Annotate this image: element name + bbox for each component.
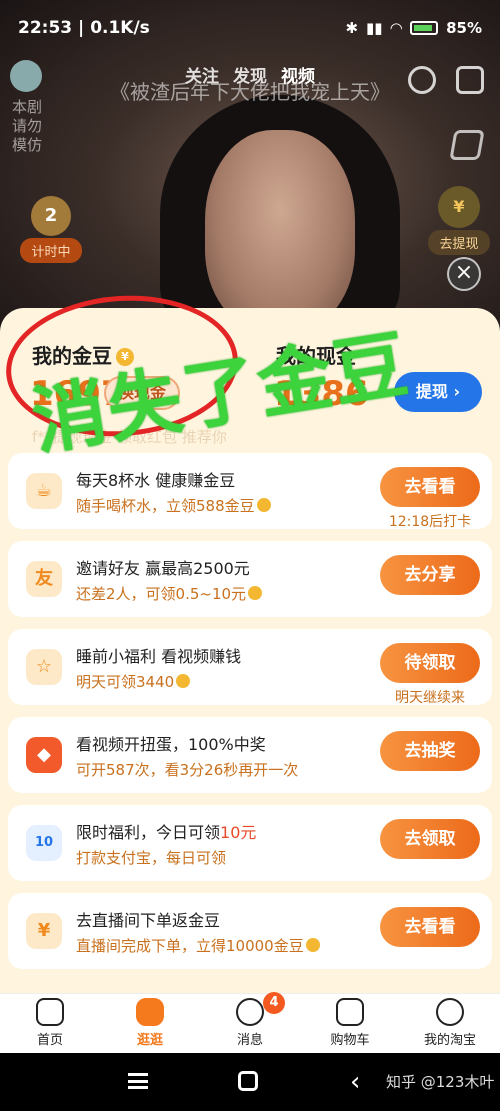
- signal-icon: ▮▮: [366, 19, 383, 37]
- stroll-icon: [136, 998, 164, 1026]
- voucher-icon: 10: [26, 825, 62, 861]
- recent-apps-icon[interactable]: [128, 1073, 148, 1089]
- tab-label: 购物车: [330, 1033, 370, 1048]
- tab-label: 我的淘宝: [423, 1033, 476, 1048]
- status-bar: 22:53 | 0.1K/s ✱ ▮▮ ◠ 85%: [18, 18, 482, 38]
- task-item-water: ☕ 每天8杯水 健康赚金豆 随手喝杯水，立领588金豆 去看看 12:18后打卡: [8, 453, 492, 530]
- profile-icon: [436, 998, 464, 1026]
- task-title: 看视频开扭蛋，100%中奖: [76, 735, 266, 754]
- home-icon: [36, 998, 64, 1026]
- task-item-limited: 10 限时福利，今日可领10元 打款支付宝，每日可领 去领取: [8, 805, 492, 881]
- cart-icon: [336, 998, 364, 1026]
- task-note: 明天继续来: [395, 690, 465, 706]
- search-icon[interactable]: [408, 66, 436, 94]
- system-nav-bar: ‹ 知乎 @123木叶: [0, 1053, 500, 1111]
- task-action-button[interactable]: 去看看: [380, 467, 480, 507]
- disclaimer-text: 本剧请勿模仿: [11, 98, 42, 154]
- task-title: 去直播间下单返金豆: [76, 911, 221, 930]
- task-item-invite: 友 邀请好友 赢最高2500元 还差2人，可领0.5~10元 去分享: [8, 541, 492, 617]
- money-bag-icon: ¥: [438, 186, 480, 228]
- task-subtitle: 打款支付宝，每日可领: [76, 849, 227, 867]
- task-subtitle: 直播间完成下单，立得10000金豆: [76, 935, 320, 956]
- task-subtitle: 随手喝杯水，立领588金豆: [76, 495, 271, 516]
- gift-icon: ◆: [26, 737, 62, 773]
- tab-label: 消息: [236, 1033, 263, 1048]
- timer-widget[interactable]: 2 计时中: [20, 196, 82, 263]
- task-subtitle: 明天可领3440: [76, 671, 191, 692]
- timer-coin-icon: 2: [31, 196, 71, 236]
- back-icon[interactable]: ‹: [350, 1067, 360, 1097]
- tab-messages[interactable]: 4 消息: [205, 992, 295, 1053]
- left-widget: 本剧请勿模仿: [10, 60, 44, 155]
- task-item-capsule: ◆ 看视频开扭蛋，100%中奖 可开587次，看3分26秒再开一次 去抽奖: [8, 717, 492, 793]
- avatar[interactable]: [10, 60, 42, 92]
- task-action-button[interactable]: 去看看: [380, 907, 480, 947]
- tab-video[interactable]: 视频: [281, 62, 315, 87]
- tab-label: 逛逛: [136, 1033, 163, 1048]
- bluetooth-icon: ✱: [345, 19, 359, 37]
- bag-icon: ¥: [26, 913, 62, 949]
- timer-label: 计时中: [20, 238, 82, 263]
- message-icon: [236, 998, 264, 1026]
- tab-stroll[interactable]: 逛逛: [105, 994, 195, 1053]
- tab-discover[interactable]: 发现: [233, 62, 267, 87]
- bottom-tab-bar: 首页 逛逛 4 消息 购物车 我的淘宝: [0, 992, 500, 1053]
- star-icon: ☆: [26, 649, 62, 685]
- close-button[interactable]: ×: [447, 257, 481, 291]
- task-item-bedtime: ☆ 睡前小福利 看视频赚钱 明天可领3440 待领取 明天继续来: [8, 629, 492, 706]
- task-item-live: ¥ 去直播间下单返金豆 直播间完成下单，立得10000金豆 去看看: [8, 893, 492, 969]
- mute-icon[interactable]: [449, 130, 485, 160]
- task-title: 睡前小福利 看视频赚钱: [76, 647, 242, 666]
- task-title: 限时福利，今日可领10元: [76, 823, 257, 842]
- task-list: ☕ 每天8杯水 健康赚金豆 随手喝杯水，立领588金豆 去看看 12:18后打卡…: [8, 453, 492, 981]
- tab-cart[interactable]: 购物车: [305, 994, 395, 1053]
- cup-icon: ☕: [26, 473, 62, 509]
- task-subtitle: 可开587次，看3分26秒再开一次: [76, 761, 299, 779]
- system-home-icon[interactable]: [238, 1071, 258, 1091]
- battery-level: 85%: [446, 19, 482, 37]
- withdraw-widget[interactable]: ¥ 去提现: [428, 186, 490, 255]
- task-title: 每天8杯水 健康赚金豆: [76, 471, 236, 490]
- watermark: 知乎 @123木叶: [386, 1073, 495, 1091]
- tab-profile[interactable]: 我的淘宝: [405, 994, 495, 1053]
- task-action-button[interactable]: 去分享: [380, 555, 480, 595]
- video-person-face: [205, 130, 355, 330]
- tab-label: 首页: [36, 1033, 63, 1048]
- task-action-button[interactable]: 待领取: [380, 643, 480, 683]
- task-note: 12:18后打卡: [388, 514, 472, 530]
- task-action-button[interactable]: 去领取: [380, 819, 480, 859]
- tab-follow[interactable]: 关注: [185, 62, 219, 87]
- status-time: 22:53: [18, 18, 73, 38]
- invite-icon: 友: [26, 561, 62, 597]
- task-title: 邀请好友 赢最高2500元: [76, 559, 250, 578]
- wifi-icon: ◠: [390, 19, 403, 37]
- message-badge: 4: [263, 992, 285, 1014]
- status-speed: 0.1K/s: [90, 18, 150, 38]
- task-action-button[interactable]: 去抽奖: [380, 731, 480, 771]
- tab-home[interactable]: 首页: [5, 994, 95, 1053]
- withdraw-widget-label: 去提现: [428, 230, 490, 255]
- camera-icon[interactable]: [456, 66, 484, 94]
- battery-icon: [410, 21, 439, 35]
- task-subtitle: 还差2人，可领0.5~10元: [76, 583, 263, 604]
